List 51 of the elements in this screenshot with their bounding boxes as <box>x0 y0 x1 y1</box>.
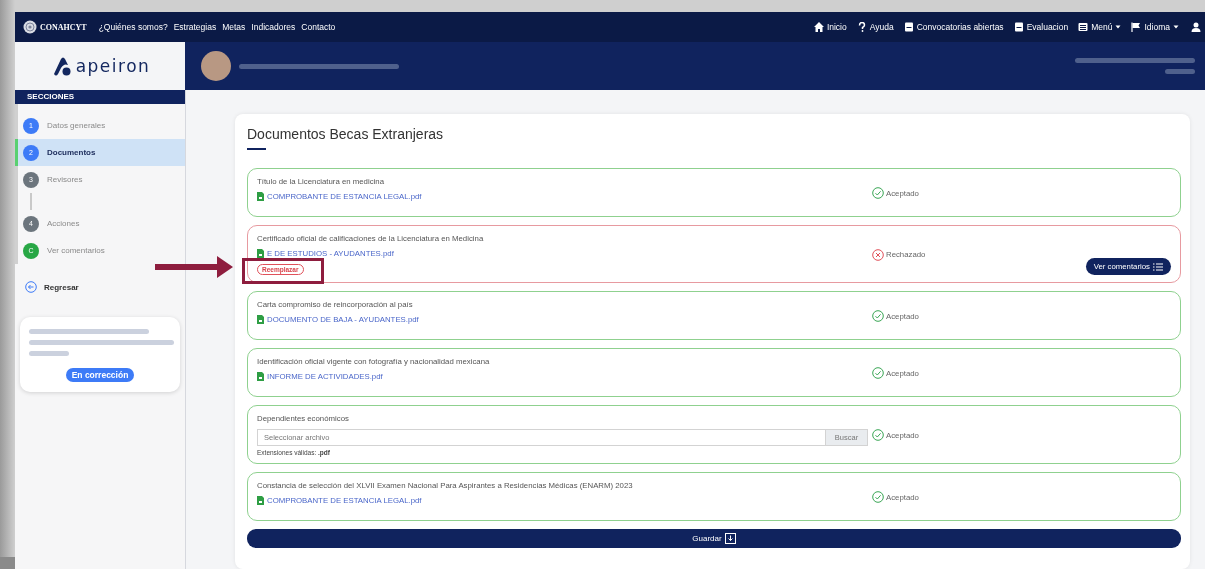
save-button[interactable]: Guardar <box>247 529 1181 548</box>
help-icon <box>856 22 867 32</box>
back-link[interactable]: Regresar <box>15 281 185 293</box>
user-icon[interactable] <box>1191 22 1201 32</box>
nav-link[interactable]: Ayuda <box>856 22 894 32</box>
home-icon <box>813 22 824 32</box>
nav-link[interactable]: Inicio <box>813 22 847 32</box>
step-label: Ver comentarios <box>47 246 105 255</box>
check-circle-icon <box>872 187 884 199</box>
check-circle-icon <box>872 429 884 441</box>
nav-link[interactable]: Evaluacion <box>1013 22 1069 32</box>
file-icon <box>257 372 264 381</box>
book-icon <box>1013 22 1024 32</box>
blurred-text <box>1165 69 1195 74</box>
list-icon <box>1153 262 1163 271</box>
sidebar-title: SECCIONES <box>15 90 185 104</box>
nav-link[interactable]: Estrategias <box>173 22 217 32</box>
nav-link[interactable]: Metas <box>222 22 246 32</box>
title-underline <box>247 148 266 150</box>
step-label: Documentos <box>47 148 96 157</box>
nav-link[interactable]: Indicadores <box>251 22 296 32</box>
step-connector <box>30 193 32 210</box>
file-icon <box>257 496 264 505</box>
seal-icon <box>23 20 37 34</box>
avatar <box>201 51 231 81</box>
status-badge: En corrección <box>65 368 135 382</box>
check-circle-icon <box>872 367 884 379</box>
save-icon <box>724 533 736 544</box>
file-icon <box>257 249 264 258</box>
nav-link[interactable]: Menú <box>1078 22 1122 32</box>
nav-link[interactable]: Idioma <box>1131 22 1179 32</box>
page-title: Documentos Becas Extranjeras <box>247 126 445 142</box>
step-label: Revisores <box>47 175 83 184</box>
check-circle-icon <box>872 310 884 322</box>
book-icon <box>903 22 914 32</box>
pointer-arrow-icon <box>155 256 233 278</box>
x-circle-icon <box>872 248 884 261</box>
step-label: Datos generales <box>47 121 106 130</box>
nav-link[interactable]: Contacto <box>301 22 336 32</box>
logo-text: apeiron <box>75 56 151 76</box>
file-icon <box>257 192 264 201</box>
flag-icon <box>1131 22 1142 32</box>
blurred-text <box>29 351 69 356</box>
check-circle-icon <box>872 491 884 503</box>
file-icon <box>257 315 264 324</box>
nav-link[interactable]: Convocatorias abiertas <box>903 22 1004 32</box>
list-icon <box>1078 22 1089 32</box>
nav-link[interactable]: ¿Quiénes somos? <box>98 22 168 32</box>
back-arrow-icon <box>25 281 37 293</box>
brand-name[interactable]: CONAHCYT <box>40 22 87 32</box>
step-label: Acciones <box>47 219 80 228</box>
